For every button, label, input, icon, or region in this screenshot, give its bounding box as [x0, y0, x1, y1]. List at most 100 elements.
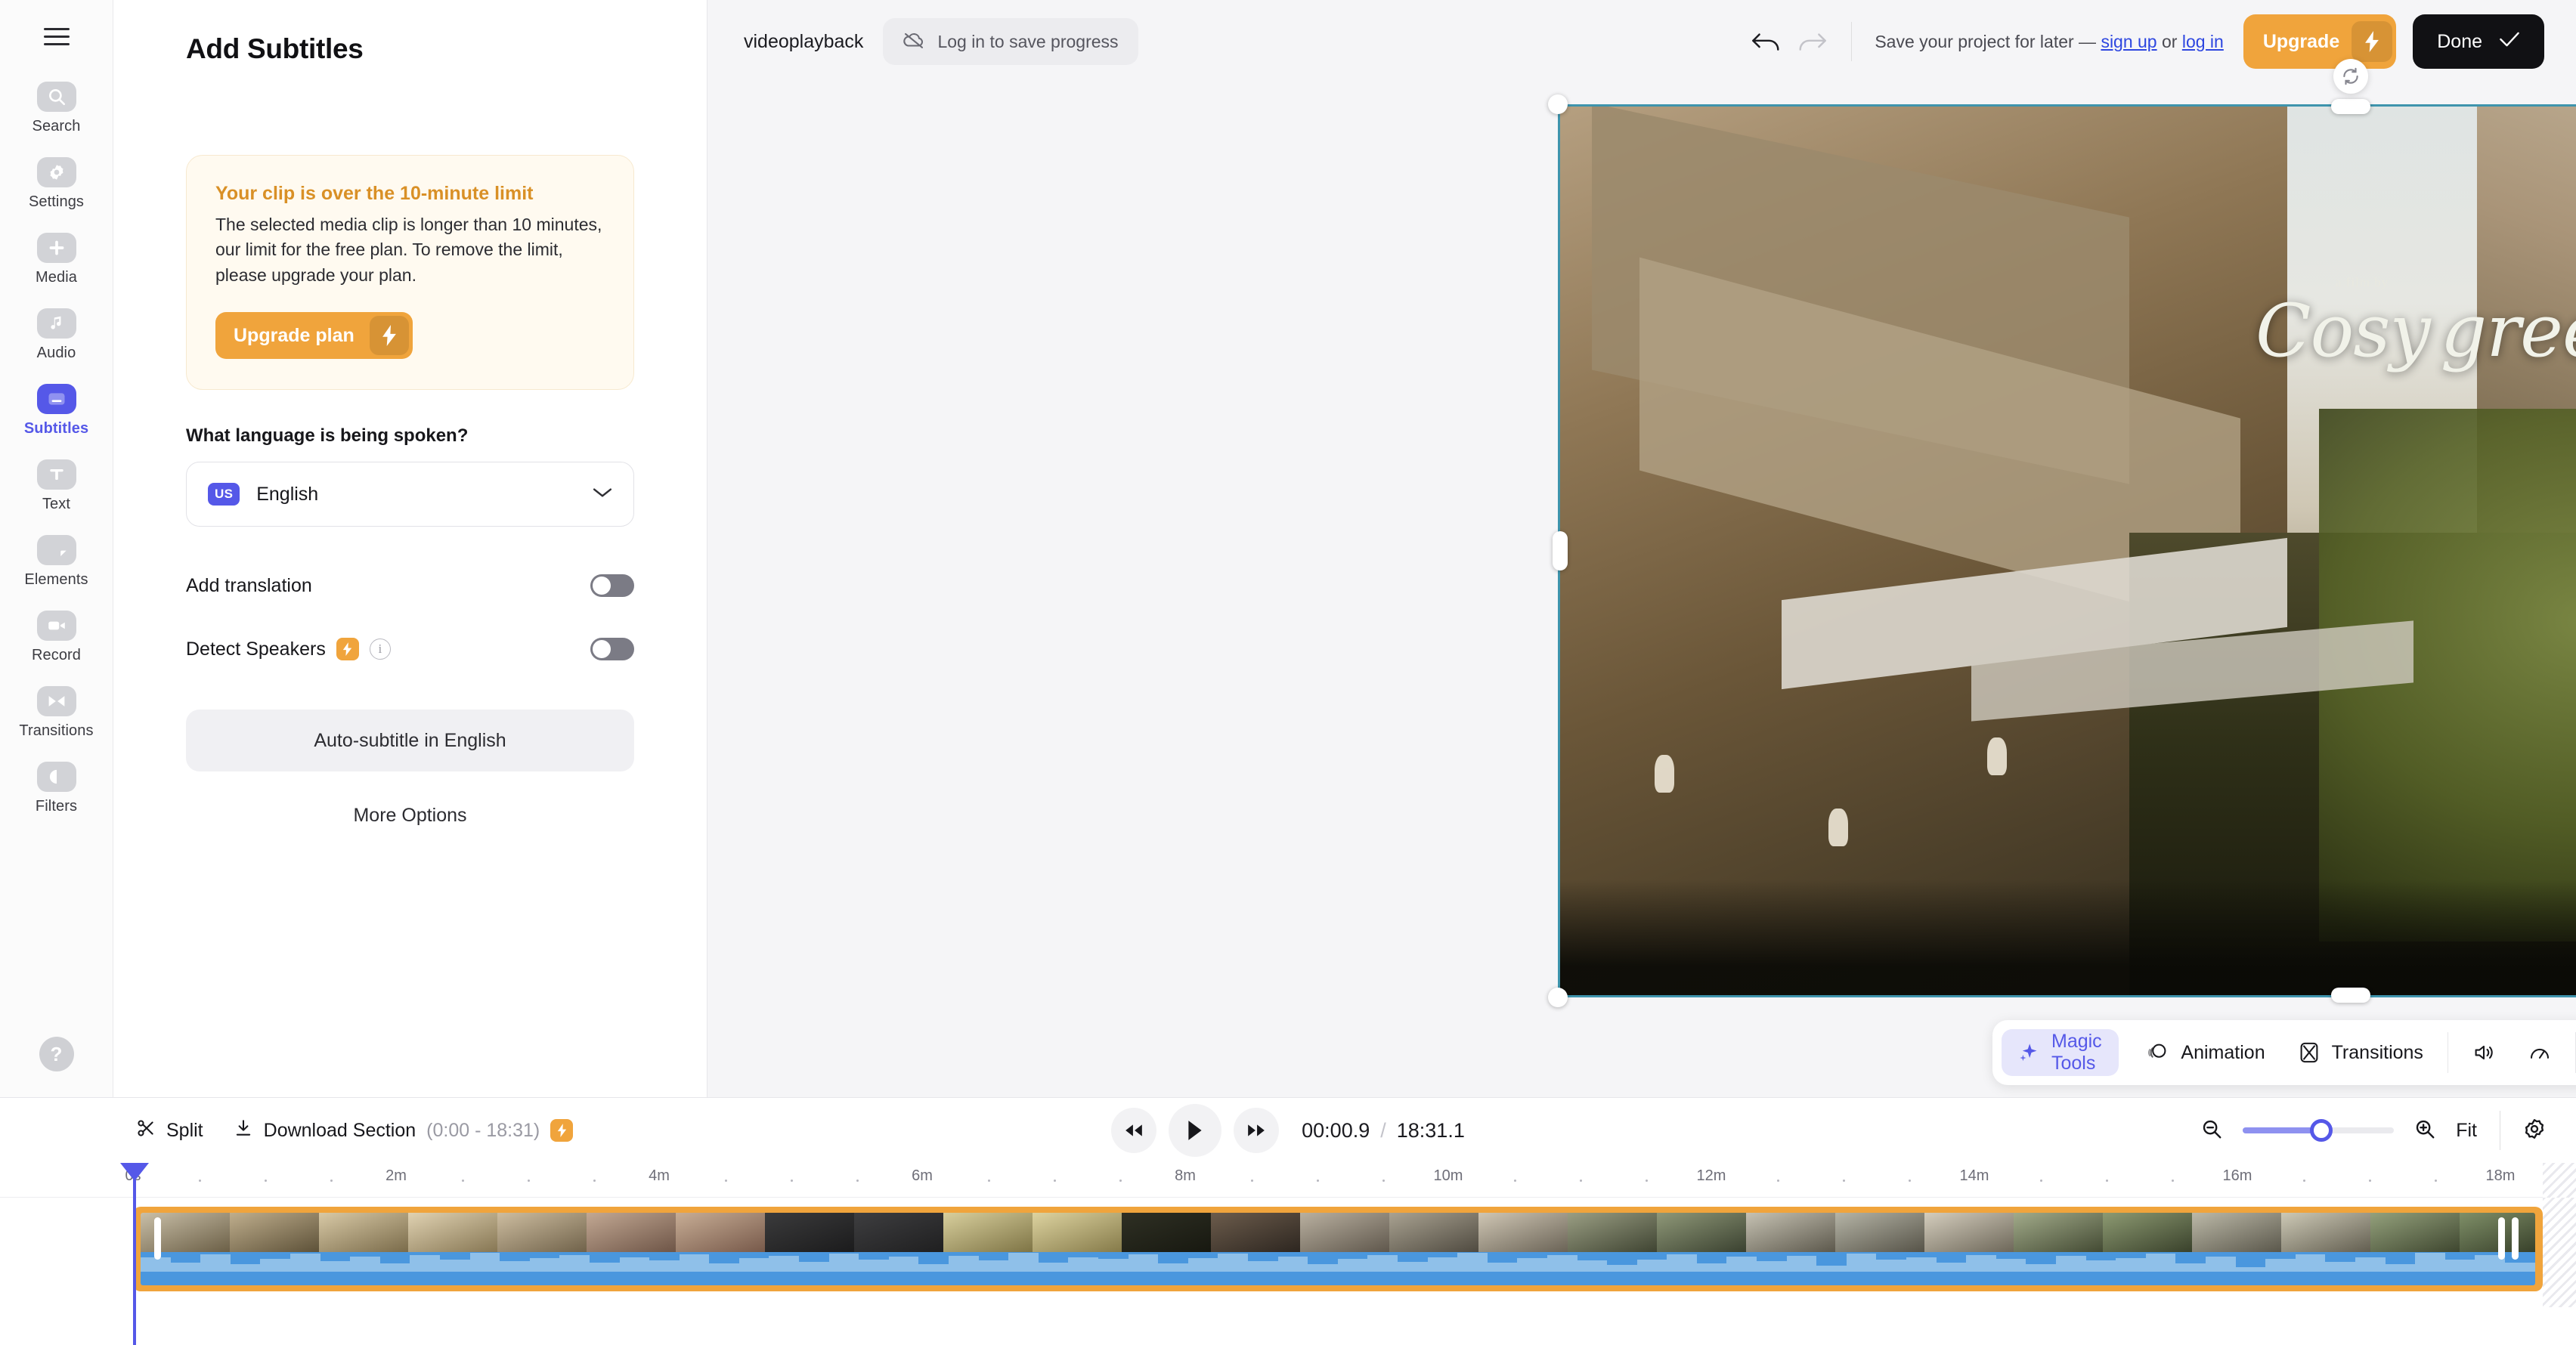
- sidebar-item-label: Filters: [35, 798, 78, 815]
- gear-icon: [36, 157, 76, 187]
- download-section-button[interactable]: Download Section (0:00 - 18:31): [234, 1118, 574, 1143]
- ruler-tick: 4m: [649, 1167, 670, 1184]
- transitions-icon: [2299, 1041, 2320, 1064]
- upgrade-plan-label: Upgrade plan: [234, 324, 355, 346]
- resize-handle-top[interactable]: [2330, 99, 2370, 114]
- lightning-bolt-icon: [550, 1119, 574, 1142]
- sidebar-item-label: Media: [36, 269, 77, 286]
- speed-button[interactable]: [2512, 1029, 2568, 1076]
- zoom-in-icon[interactable]: [2413, 1118, 2436, 1144]
- sidebar-item-elements[interactable]: Elements: [0, 535, 113, 589]
- hamburger-icon[interactable]: [39, 21, 75, 51]
- sidebar-item-label: Search: [32, 118, 81, 134]
- alert-title: Your clip is over the 10-minute limit: [215, 183, 534, 204]
- project-name[interactable]: videoplayback: [744, 31, 863, 53]
- sidebar-item-text[interactable]: Text: [0, 459, 113, 513]
- timeline-tracks: [0, 1198, 2576, 1307]
- split-button[interactable]: Split: [136, 1118, 203, 1143]
- rotate-icon[interactable]: [2333, 59, 2368, 94]
- save-note-prefix: Save your project for later —: [1875, 31, 2101, 51]
- filmstrip: [141, 1213, 2535, 1252]
- play-icon[interactable]: [1169, 1104, 1222, 1157]
- clip-trim-handle-left[interactable]: [154, 1217, 161, 1260]
- sidebar-item-audio[interactable]: Audio: [0, 308, 113, 362]
- done-button-label: Done: [2437, 30, 2482, 52]
- login-chip-label: Log in to save progress: [937, 31, 1119, 51]
- undo-arrow-icon[interactable]: [1744, 20, 1789, 63]
- timeline-playhead[interactable]: [120, 1163, 149, 1345]
- ruler-tick: 8m: [1175, 1167, 1196, 1184]
- sidebar-item-subtitles[interactable]: Subtitles: [0, 384, 113, 438]
- transitions-button[interactable]: Transitions: [2282, 1029, 2440, 1076]
- clip-limit-alert: Your clip is over the 10-minute limit Th…: [186, 155, 634, 391]
- timeline-zoom-slider[interactable]: [2243, 1119, 2395, 1142]
- time-display: 00:00.9 / 18:31.1: [1302, 1119, 1465, 1142]
- language-value: English: [256, 483, 319, 505]
- info-icon[interactable]: i: [369, 638, 391, 660]
- clip-content: [141, 1213, 2535, 1285]
- page-title: Add Subtitles: [186, 33, 364, 64]
- upgrade-button[interactable]: Upgrade: [2243, 14, 2397, 69]
- scissors-icon: [136, 1118, 156, 1143]
- sidebar-item-label: Text: [42, 496, 71, 512]
- split-label: Split: [166, 1119, 203, 1141]
- ruler-tick: 18m: [2485, 1167, 2516, 1184]
- total-time: 18:31.1: [1396, 1118, 1465, 1142]
- speaker-icon: [2472, 1042, 2495, 1063]
- login-to-save-chip[interactable]: Log in to save progress: [883, 18, 1138, 65]
- language-field-label: What language is being spoken?: [186, 425, 469, 447]
- help-label: ?: [50, 1042, 63, 1065]
- video-editor-app: Search Settings Media Audio Subtitles Te…: [0, 0, 2576, 1345]
- upgrade-plan-button[interactable]: Upgrade plan: [215, 312, 413, 360]
- ruler-tick: 14m: [1959, 1167, 1989, 1184]
- sidebar-item-filters[interactable]: Filters: [0, 762, 113, 815]
- contrast-circle-icon: [36, 762, 76, 792]
- transitions-label: Transitions: [2331, 1041, 2423, 1063]
- transitions-icon: [36, 686, 76, 716]
- done-button[interactable]: Done: [2413, 14, 2544, 69]
- redo-arrow-icon[interactable]: [1789, 20, 1834, 63]
- auto-subtitle-button[interactable]: Auto-subtitle in English: [186, 710, 634, 772]
- video-clip[interactable]: [133, 1207, 2543, 1291]
- audio-waveform: [141, 1252, 2535, 1285]
- fast-forward-icon[interactable]: [1234, 1108, 1280, 1153]
- sidebar-item-media[interactable]: Media: [0, 233, 113, 286]
- fit-button[interactable]: Fit: [2456, 1120, 2477, 1142]
- clip-trim-handle-right[interactable]: [2512, 1217, 2519, 1260]
- save-note-or: or: [2156, 31, 2182, 51]
- log-in-link[interactable]: log in: [2182, 32, 2224, 51]
- sign-up-link[interactable]: sign up: [2101, 32, 2156, 51]
- cloud-off-icon: [903, 31, 925, 53]
- resize-handle-top-left[interactable]: [1548, 94, 1568, 114]
- sidebar-item-transitions[interactable]: Transitions: [0, 686, 113, 740]
- flag-badge: US: [208, 483, 240, 506]
- resize-handle-bottom[interactable]: [2330, 988, 2370, 1003]
- video-preview-frame[interactable]: a film by Cosygreenery: [1548, 94, 2576, 1007]
- sidebar-item-label: Settings: [28, 193, 85, 210]
- help-icon[interactable]: ?: [39, 1037, 74, 1071]
- video-canvas: a film by Cosygreenery: [1560, 107, 2576, 995]
- sidebar-item-label: Audio: [36, 345, 76, 361]
- upgrade-button-label: Upgrade: [2262, 30, 2340, 52]
- video-camera-icon: [36, 611, 76, 641]
- sidebar-item-settings[interactable]: Settings: [0, 157, 113, 211]
- gear-icon[interactable]: [2523, 1118, 2546, 1144]
- animation-button[interactable]: Animation: [2129, 1029, 2281, 1076]
- resize-handle-left[interactable]: [1553, 531, 1568, 570]
- zoom-out-icon[interactable]: [2200, 1118, 2223, 1144]
- volume-button[interactable]: [2456, 1029, 2512, 1076]
- clip-trim-handle-right-2[interactable]: [2498, 1217, 2505, 1260]
- sidebar-item-search[interactable]: Search: [0, 82, 113, 135]
- rewind-icon[interactable]: [1111, 1108, 1157, 1153]
- resize-handle-bottom-left[interactable]: [1548, 988, 1568, 1007]
- chevron-down-icon: [593, 487, 612, 502]
- timeline-ruler[interactable]: 0s 2m 4m 6m 8m 10m 12m 14m 16m 18m: [0, 1163, 2576, 1198]
- language-select[interactable]: US English: [186, 462, 634, 527]
- sidebar-item-record[interactable]: Record: [0, 611, 113, 664]
- add-translation-toggle[interactable]: [590, 574, 634, 598]
- ruler-tick: 16m: [2222, 1167, 2252, 1184]
- magic-tools-button[interactable]: Magic Tools: [2002, 1029, 2119, 1076]
- more-options-button[interactable]: More Options: [144, 805, 677, 827]
- detect-speakers-toggle[interactable]: [590, 638, 634, 661]
- music-note-icon: [36, 308, 76, 339]
